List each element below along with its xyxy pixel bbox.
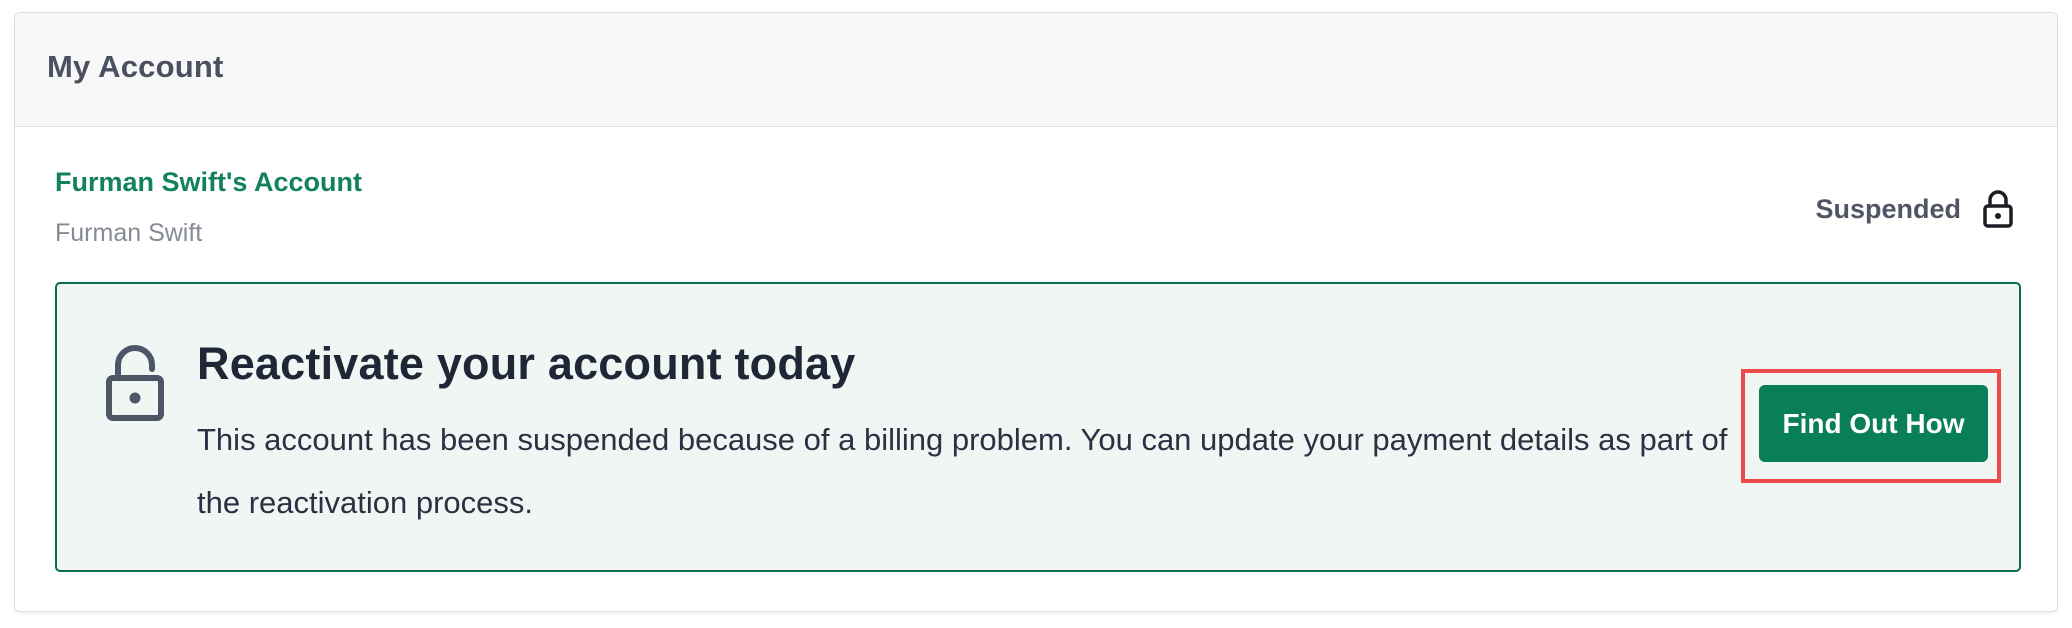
reactivate-banner: Reactivate your account today This accou… (55, 282, 2021, 572)
account-card: My Account Furman Swift's Account Furman… (14, 12, 2058, 612)
account-name-link[interactable]: Furman Swift's Account (55, 167, 362, 198)
account-owner: Furman Swift (55, 219, 203, 247)
page-title: My Account (47, 49, 224, 84)
account-status: Suspended (1815, 189, 2013, 229)
status-label: Suspended (1815, 193, 1961, 224)
unlock-icon (105, 344, 165, 422)
find-out-how-button[interactable]: Find Out How (1759, 385, 1988, 462)
banner-message: This account has been suspended because … (197, 422, 1728, 520)
card-header: My Account (15, 13, 2057, 127)
banner-title: Reactivate your account today (197, 338, 856, 389)
lock-icon (1983, 189, 2013, 229)
